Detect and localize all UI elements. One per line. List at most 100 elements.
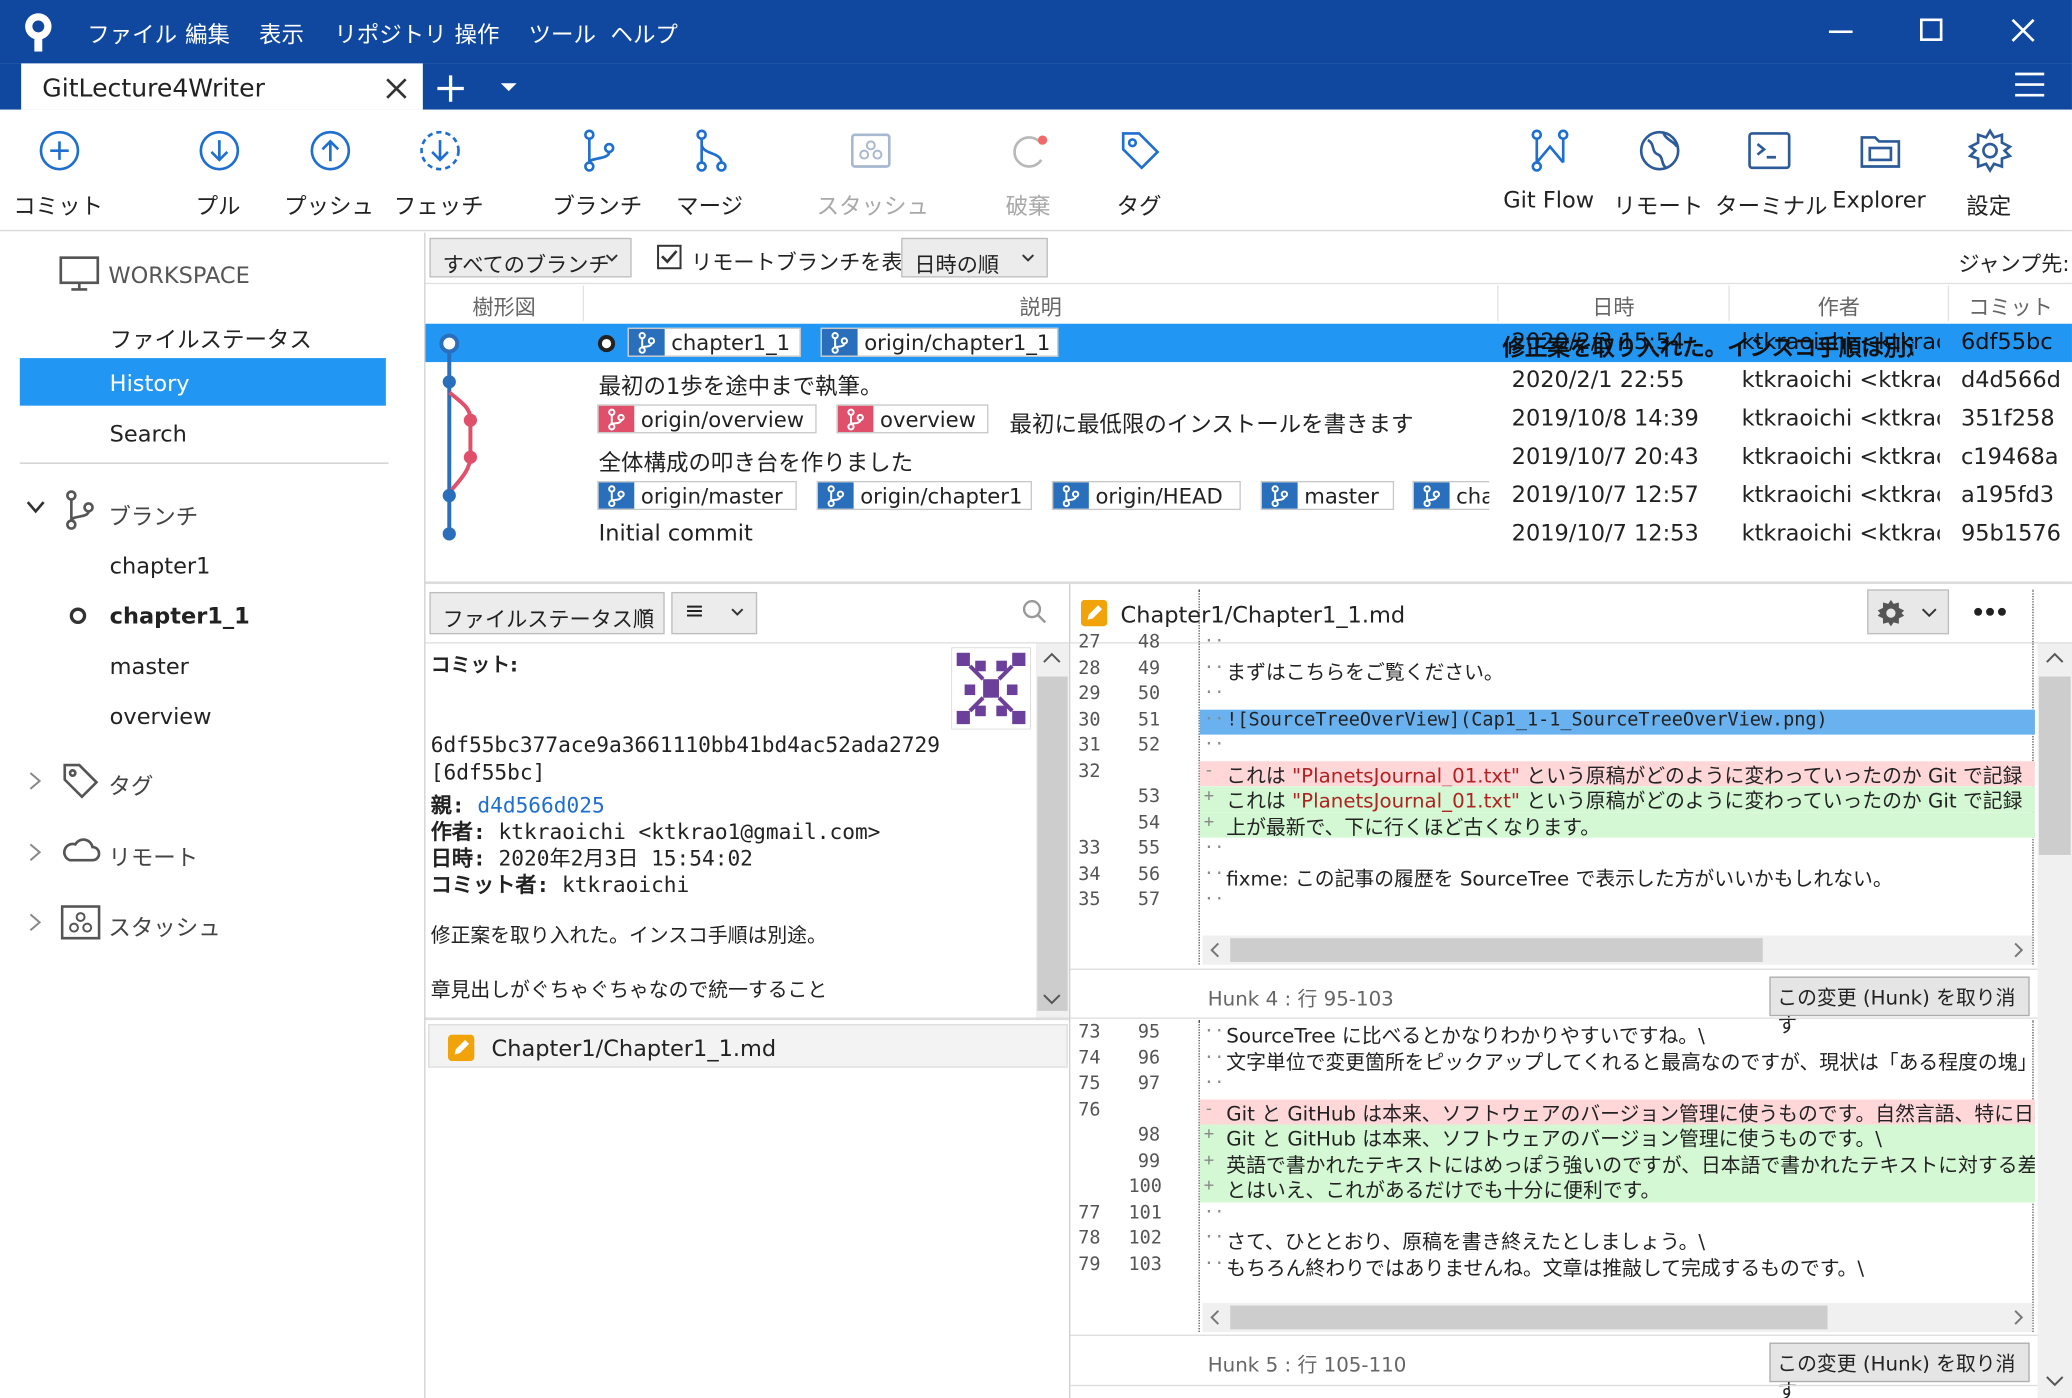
history-row[interactable]: 最初の1歩を途中まで執筆。 2020/2/1 22:55 ktkraoichi … [425,362,2071,400]
new-tab-icon[interactable] [435,73,467,105]
commit-button[interactable]: コミット [5,110,111,232]
branch-label-chapter1-1[interactable]: chapter1_1 [627,327,801,357]
diff-line[interactable]: 98 + Git と GitHub は本来、ソフトウェアのバージョン管理に使うもので… [1070,1124,2035,1151]
menu-repository[interactable]: リポジトリ [334,16,446,48]
branch-label-origin-head[interactable]: origin/HEAD [1051,480,1241,511]
scroll-down-icon[interactable] [1043,992,1061,1005]
scrollbar-thumb[interactable] [1230,1305,1828,1330]
col-header-commit[interactable]: コミット [1949,285,2072,321]
diff-line[interactable]: 30 51 ·· ![SourceTreeOverView](Cap1_1-1_Sou… [1070,708,2035,735]
chevron-right-icon[interactable] [29,843,42,861]
tag-button[interactable]: タグ [1086,110,1192,232]
branch-item-master[interactable]: master [110,654,189,680]
scroll-right-icon[interactable] [2014,1310,2025,1326]
hamburger-menu-icon[interactable] [2014,71,2046,97]
diff-line[interactable]: 99 + 英語で書かれたテキストにはめっぽう強いのですが、日本語で書かれたテキストに… [1070,1150,2035,1177]
sort-order-dropdown[interactable]: 日時の順 [901,237,1048,278]
discard-hunk-5-button[interactable]: この変更 (Hunk) を取り消す [1769,1342,2030,1398]
branch-button[interactable]: ブランチ [544,110,650,232]
scroll-up-icon[interactable] [2046,651,2064,664]
diff-line[interactable]: 31 52 ·· [1070,735,2035,761]
chevron-down-icon[interactable] [26,501,45,514]
menu-actions[interactable]: 操作 [455,16,500,48]
pane-splitter[interactable] [425,581,2072,585]
tags-header[interactable]: タグ [108,768,153,800]
sidebar-item-search[interactable]: Search [110,422,187,448]
repository-tab[interactable]: GitLecture4Writer [21,63,423,110]
pane-splitter[interactable] [425,1017,1070,1021]
diff-line[interactable]: 73 95 ·· SourceTree に比べるとかなりわかりやすいですね。\ [1070,1021,2035,1047]
scroll-right-icon[interactable] [2014,942,2025,958]
branch-item-chapter1[interactable]: chapter1 [110,554,211,580]
branch-filter-dropdown[interactable]: すべてのブランチ [429,237,632,278]
scrollbar-thumb[interactable] [2038,676,2071,855]
chevron-right-icon[interactable] [29,913,42,932]
scroll-left-icon[interactable] [1209,942,1220,958]
merge-button[interactable]: マージ [657,110,763,232]
history-row[interactable]: Initial commit 2019/10/7 12:53 ktkraoich… [425,515,2071,553]
pull-button[interactable]: プル [165,110,271,232]
diff-line[interactable]: 54 + 上が最新で、下に行くほど古くなります。 [1070,812,2035,838]
sidebar-item-history[interactable] [19,358,386,406]
scrollbar-thumb[interactable] [1230,938,1763,962]
diff-line[interactable]: 100 + とはいえ、これがあるだけでも十分に便利です。 [1070,1176,2035,1202]
minimize-button[interactable] [1828,30,1855,35]
more-options-icon[interactable] [1973,607,2007,618]
diff-line[interactable]: 78 102 ·· さて、ひととおり、原稿を書き終えたとしましょう。\ [1070,1228,2035,1254]
stash-header[interactable]: スタッシュ [108,909,220,942]
remote-header[interactable]: リモート [108,839,198,872]
branch-label-origin-chapter1-1[interactable]: origin/chapter1_1 [820,327,1059,357]
diff-line[interactable]: 74 96 ·· 文字単位で変更箇所をピックアップしてくれると最高なのですが、現状は「… [1070,1047,2035,1073]
close-window-button[interactable] [2011,18,2035,42]
settings-button[interactable]: 設定 [1936,110,2042,232]
diff-line[interactable]: 77 101 ·· [1070,1202,2035,1228]
tab-close-icon[interactable] [385,77,409,101]
file-view-dropdown[interactable]: ≡ [671,591,758,635]
diff-line[interactable]: 79 103 ·· もちろん終わりではありませんね。文章は推敲して完成するものです。\ [1070,1253,2035,1279]
scrollbar-thumb[interactable] [1037,676,1068,1011]
col-header-date[interactable]: 日時 [1498,285,1730,322]
diff-line[interactable]: 32- これは "PlanetsJournal_01.txt" という原稿がどのよ… [1070,760,2035,787]
branch-label-origin-overview[interactable]: origin/overview [597,404,817,434]
remote-button[interactable]: リモート [1606,110,1712,232]
diff-line[interactable]: 53 + これは "PlanetsJournal_01.txt" という原稿がどのよ… [1070,786,2035,813]
diff-line[interactable]: 29 50 ·· [1070,683,2035,709]
diff-line[interactable]: 75 97 ·· [1070,1073,2035,1099]
col-header-description[interactable]: 説明 [584,285,1499,322]
menu-help[interactable]: ヘルプ [610,16,677,48]
chevron-right-icon[interactable] [29,772,42,790]
menu-view[interactable]: 表示 [259,16,304,48]
fetch-button[interactable]: フェッチ [386,110,492,232]
discard-hunk-4-button[interactable]: この変更 (Hunk) を取り消す [1769,976,2030,1037]
terminal-button[interactable]: ターミナル [1715,110,1827,232]
sidebar-item-file-status[interactable]: ファイルステータス [110,321,312,354]
file-sort-dropdown[interactable]: ファイルステータス順 [429,591,665,635]
menu-tools[interactable]: ツール [529,16,596,48]
diff-line[interactable]: 35 57 ·· [1070,889,2035,915]
branches-header[interactable]: ブランチ [108,498,198,531]
scroll-down-icon[interactable] [2046,1374,2064,1387]
branch-label-master[interactable]: master [1260,480,1395,511]
branch-label-origin-master[interactable]: origin/master [597,480,797,511]
branch-label-overview[interactable]: overview [836,404,989,434]
maximize-button[interactable] [1919,18,1944,42]
diff-line[interactable]: 33 55 ·· [1070,838,2035,864]
scroll-up-icon[interactable] [1043,651,1061,664]
branch-label-chapter1[interactable]: cha [1412,480,1490,511]
diff-line[interactable]: 27 48 ·· [1070,632,2035,658]
col-header-author[interactable]: 作者 [1730,285,1950,322]
branch-label-origin-chapter1[interactable]: origin/chapter1 [816,480,1033,511]
explorer-button[interactable]: Explorer [1826,110,1932,232]
diff-line[interactable]: 34 56 ·· fixme: この記事の履歴を SourceTree で表示した方が… [1070,864,2035,890]
stash-button[interactable]: スタッシュ [817,110,929,232]
gitflow-button[interactable]: Git Flow [1496,110,1602,232]
search-icon[interactable] [1021,599,1047,625]
menu-edit[interactable]: 編集 [185,16,230,48]
tab-dropdown-icon[interactable] [499,82,517,95]
menu-file[interactable]: ファイル [87,16,177,48]
diff-line[interactable]: 28 49 ·· まずはこちらをご覧ください。 [1070,657,2035,683]
branch-item-chapter1-1[interactable]: chapter1_1 [110,604,250,630]
history-row[interactable]: 全体構成の叩き台を作りました 2019/10/7 20:43 ktkraoich… [425,439,2071,477]
col-header-graph[interactable]: 樹形図 [425,285,585,322]
push-button[interactable]: プッシュ [276,110,382,232]
